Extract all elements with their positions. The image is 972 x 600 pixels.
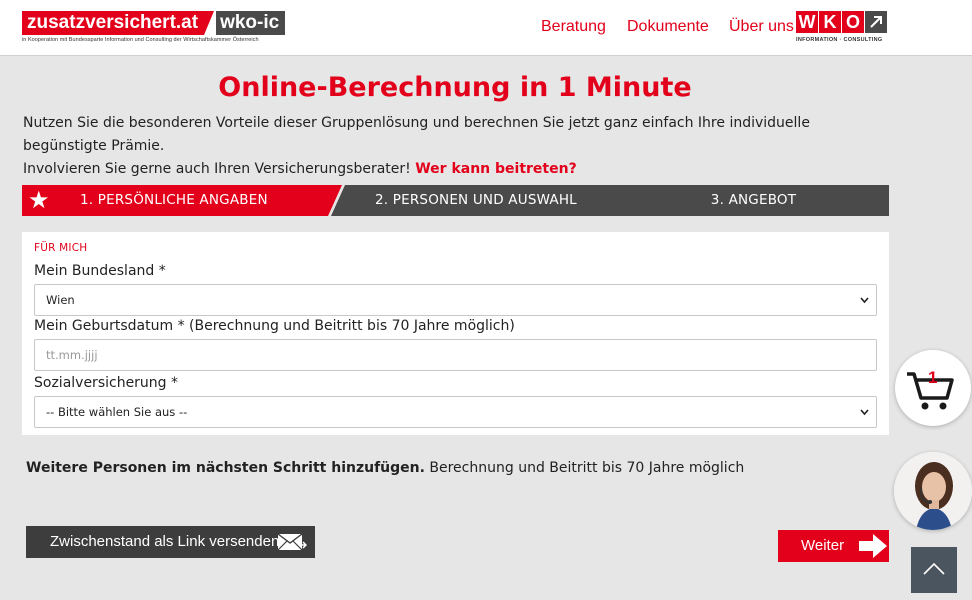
external-link-icon <box>865 11 887 33</box>
intro-line-1: Nutzen Sie die besonderen Vorteile diese… <box>23 115 810 154</box>
site-header: zusatzversichert.at wko-ic in Kooperatio… <box>0 0 972 56</box>
personal-data-form: FÜR MICH Mein Bundesland * Wien Mein Geb… <box>22 232 889 435</box>
nav-dokumente[interactable]: Dokumente <box>627 18 709 36</box>
page-title: Online-Berechnung in 1 Minute <box>218 72 692 103</box>
social-insurance-value: -- Bitte wählen Sie aus -- <box>46 405 188 419</box>
social-insurance-select[interactable]: -- Bitte wählen Sie aus -- <box>34 396 877 428</box>
step-3-label: 3. ANGEBOT <box>710 192 797 208</box>
step-persons-selection: 2. PERSONEN UND AUSWAHL <box>331 185 633 216</box>
envelope-icon <box>277 533 307 551</box>
state-select-value: Wien <box>46 293 75 307</box>
state-label: Mein Bundesland * <box>34 263 166 279</box>
note-bold: Weitere Personen im nächsten Schritt hin… <box>26 460 425 476</box>
send-link-label: Zwischenstand als Link versenden <box>50 533 280 550</box>
step-2-label: 2. PERSONEN UND AUSWAHL <box>375 192 577 208</box>
wko-letter-k: K <box>819 11 841 33</box>
wko-logo[interactable]: W K O INFORMATION · CONSULTING <box>796 11 887 43</box>
arrow-right-icon <box>859 534 887 558</box>
step-1-label: 1. PERSÖNLICHE ANGABEN <box>80 192 268 208</box>
who-can-join-link[interactable]: Wer kann beitreten? <box>415 161 576 177</box>
star-icon: ★ <box>28 186 50 214</box>
nav-beratung[interactable]: Beratung <box>541 18 606 36</box>
section-label: FÜR MICH <box>34 242 88 254</box>
cart-widget[interactable]: 1 <box>895 350 971 426</box>
intro-line-2: Involvieren Sie gerne auch Ihren Versich… <box>23 158 893 181</box>
logo-subline: in Kooperation mit Bundessparte Informat… <box>22 37 259 43</box>
logo-main-text: zusatzversichert.at <box>22 11 205 35</box>
logo-slash <box>204 11 215 35</box>
chevron-up-icon <box>923 562 945 575</box>
logo-secondary-text: wko-ic <box>214 11 286 35</box>
progress-steps: ★ 1. PERSÖNLICHE ANGABEN 2. PERSONEN UND… <box>22 185 889 216</box>
chevron-down-icon <box>860 285 869 327</box>
intro-text: Nutzen Sie die besonderen Vorteile diese… <box>23 112 893 181</box>
birthdate-label: Mein Geburtsdatum * (Berechnung und Beit… <box>34 318 515 334</box>
wko-letter-o: O <box>842 11 864 33</box>
nav-ueber-uns[interactable]: Über uns <box>729 18 794 36</box>
step-offer: 3. ANGEBOT <box>618 185 889 216</box>
send-link-button[interactable]: Zwischenstand als Link versenden <box>26 526 315 558</box>
additional-persons-note: Weitere Personen im nächsten Schritt hin… <box>26 460 744 476</box>
support-agent-avatar[interactable] <box>894 452 972 530</box>
state-select[interactable]: Wien <box>34 284 877 316</box>
birthdate-input[interactable]: tt.mm.jjjj <box>34 339 877 371</box>
wko-subline: INFORMATION · CONSULTING <box>796 37 883 43</box>
zusatzversichert-logo[interactable]: zusatzversichert.at wko-ic in Kooperatio… <box>22 11 286 43</box>
back-to-top-button[interactable] <box>911 547 957 593</box>
chevron-down-icon <box>860 397 869 439</box>
note-rest: Berechnung und Beitritt bis 70 Jahre mög… <box>424 460 745 476</box>
next-button[interactable]: Weiter <box>778 530 889 562</box>
agent-photo <box>894 452 972 530</box>
next-label: Weiter <box>801 537 845 554</box>
step-personal-data: ★ 1. PERSÖNLICHE ANGABEN <box>22 185 342 216</box>
cart-count: 1 <box>928 368 938 387</box>
wko-letter-w: W <box>796 11 818 33</box>
social-insurance-label: Sozialversicherung * <box>34 375 179 391</box>
intro-line-2-text: Involvieren Sie gerne auch Ihren Versich… <box>23 161 411 177</box>
